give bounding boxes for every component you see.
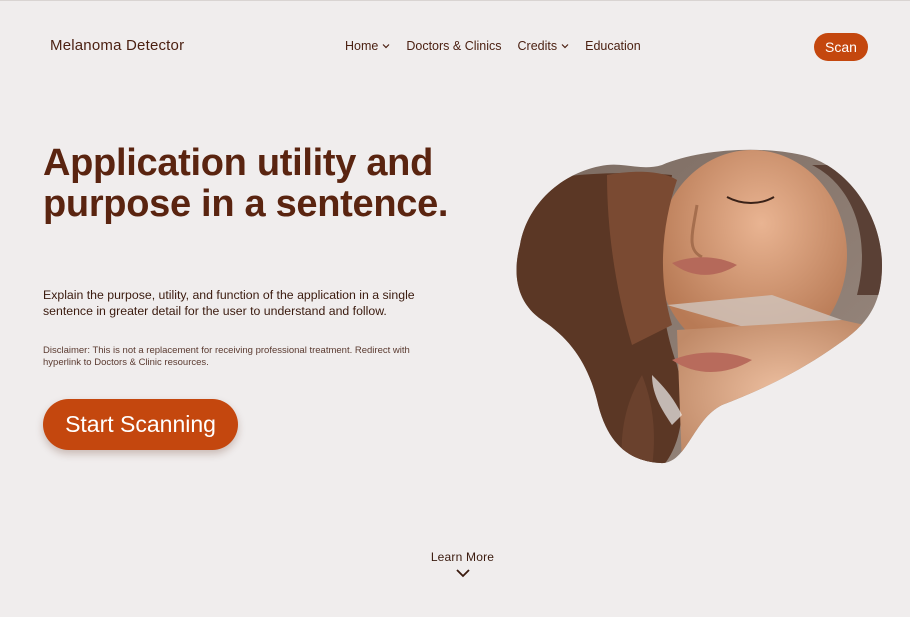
- nav-item-label: Credits: [517, 39, 558, 53]
- nav-item-doctors-clinics[interactable]: Doctors & Clinics: [406, 39, 501, 53]
- nav-item-credits[interactable]: Credits: [518, 39, 570, 53]
- hero-disclaimer[interactable]: Disclaimer: This is not a replacement fo…: [43, 345, 423, 369]
- nav-item-home[interactable]: Home: [345, 39, 390, 53]
- brand-logo-text[interactable]: Melanoma Detector: [50, 37, 184, 54]
- hero-image: [516, 149, 882, 464]
- learn-more-link[interactable]: Learn More: [405, 550, 520, 578]
- nav-item-education[interactable]: Education: [585, 39, 641, 53]
- learn-more-label: Learn More: [430, 550, 495, 564]
- chevron-down-icon: [561, 44, 569, 49]
- nav-item-label: Home: [345, 39, 379, 53]
- nav-item-label: Education: [585, 39, 641, 53]
- chevron-down-icon: [382, 44, 390, 49]
- hero-description: Explain the purpose, utility, and functi…: [43, 288, 415, 318]
- top-border: [0, 0, 910, 1]
- scan-button[interactable]: Scan: [814, 33, 868, 61]
- main-nav: Home Doctors & Clinics Credits Education: [345, 39, 641, 53]
- start-scanning-button[interactable]: Start Scanning: [43, 399, 238, 450]
- nav-item-label: Doctors & Clinics: [406, 39, 502, 53]
- chevron-down-icon: [455, 569, 470, 578]
- hero-title: Application utility and purpose in a sen…: [43, 142, 449, 225]
